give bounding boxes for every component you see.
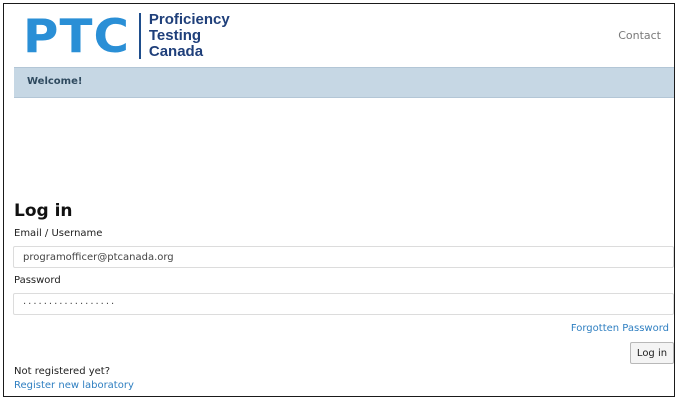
login-button[interactable]: Log in xyxy=(630,342,674,364)
email-field[interactable] xyxy=(13,246,674,268)
logo-line-3: Canada xyxy=(148,43,204,60)
contact-link[interactable]: Contact xyxy=(618,29,661,42)
logo-line-2: Testing xyxy=(148,27,202,44)
site-header: PTC Proficiency Testing Canada Contact xyxy=(4,4,674,66)
password-label: Password xyxy=(14,275,61,286)
forgot-password-link[interactable]: Forgotten Password xyxy=(571,323,669,334)
logo-mark: PTC xyxy=(23,9,130,63)
password-field[interactable] xyxy=(13,293,674,315)
logo-line-1: Proficiency xyxy=(148,11,230,28)
login-title: Log in xyxy=(14,201,73,221)
welcome-text: Welcome! xyxy=(27,76,83,87)
ptc-logo[interactable]: PTC Proficiency Testing Canada xyxy=(23,10,230,62)
logo-divider xyxy=(138,13,141,59)
not-registered-text: Not registered yet? xyxy=(14,366,111,377)
welcome-banner: Welcome! xyxy=(14,67,674,98)
page-frame: PTC Proficiency Testing Canada Contact W… xyxy=(3,3,675,397)
email-label: Email / Username xyxy=(14,228,103,239)
logo-wordmark: Proficiency Testing Canada xyxy=(149,12,230,60)
register-laboratory-link[interactable]: Register new laboratory xyxy=(14,380,134,391)
